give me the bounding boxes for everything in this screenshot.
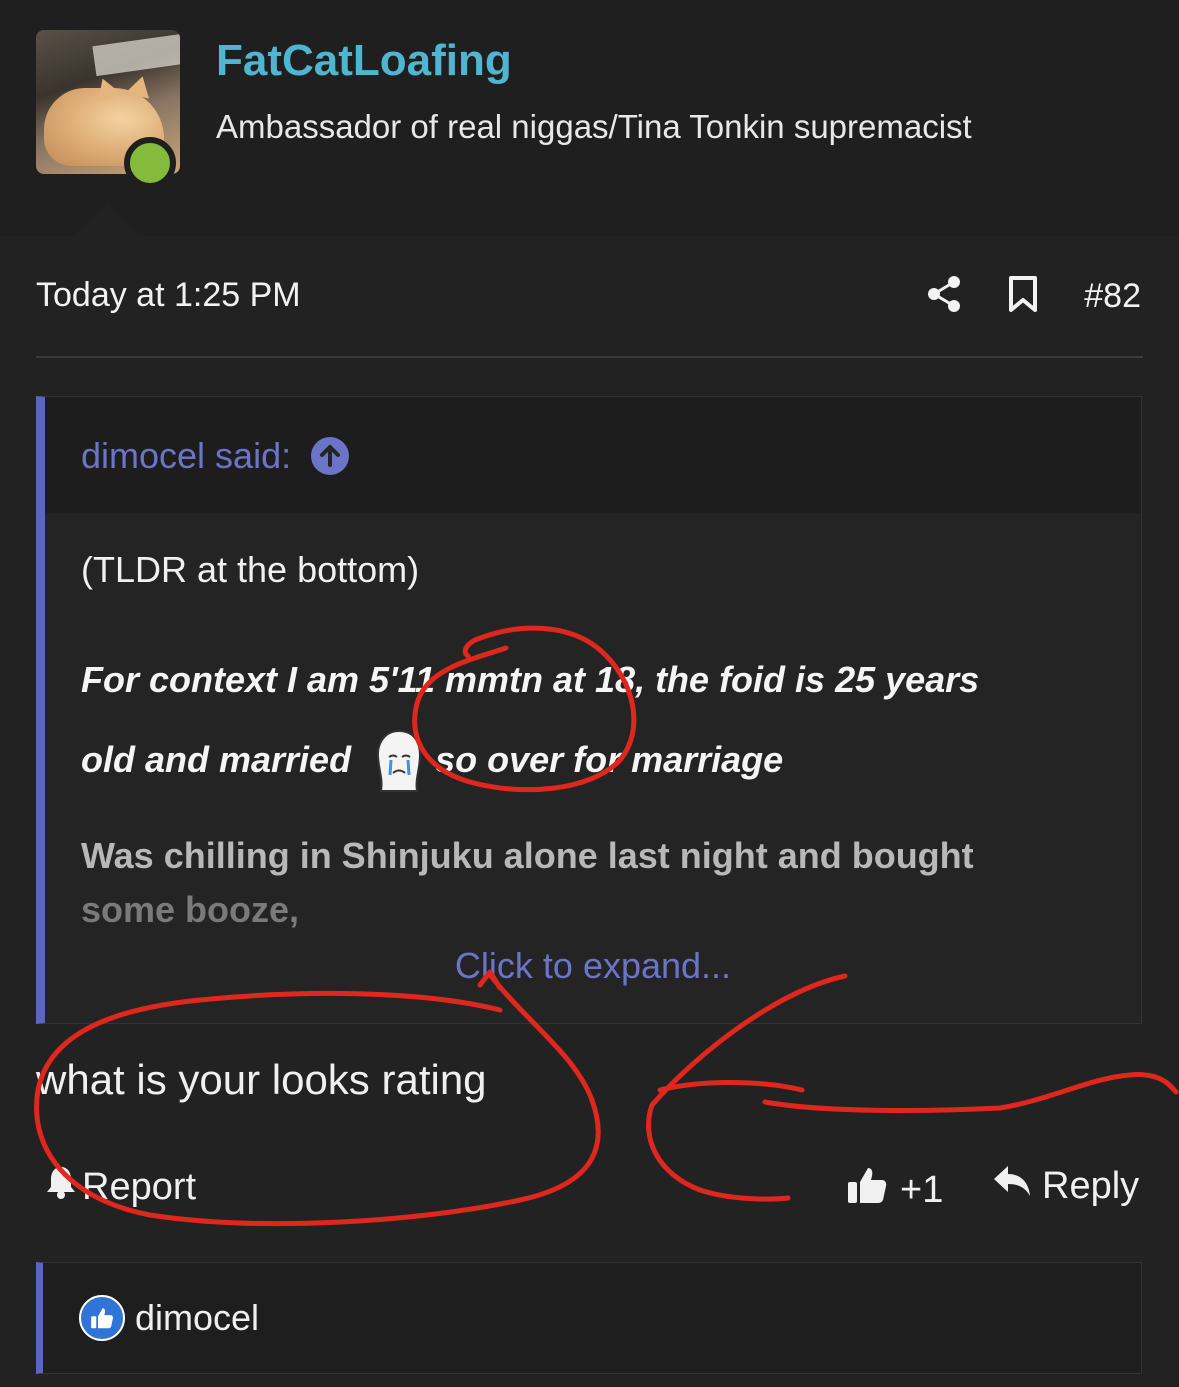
post-meta-actions: #82 bbox=[926, 270, 1141, 322]
quote-author-label: dimocel said: bbox=[81, 435, 292, 476]
expand-quote-link[interactable]: Click to expand... bbox=[45, 945, 1141, 987]
post-header: FatCatLoafing Ambassador of real niggas/… bbox=[0, 0, 1179, 237]
share-icon[interactable] bbox=[926, 275, 962, 318]
post-timestamp[interactable]: Today at 1:25 PM bbox=[36, 276, 301, 315]
quote-line: (TLDR at the bottom) bbox=[81, 549, 420, 590]
post-number-link[interactable]: #82 bbox=[1084, 277, 1141, 316]
avatar-keyboard bbox=[92, 33, 180, 77]
quote-author-link[interactable]: dimocel said: bbox=[81, 435, 350, 477]
quote-line: Was chilling in Shinjuku alone last nigh… bbox=[81, 835, 974, 876]
quote-bold-line: old and married so over for marriage bbox=[81, 727, 783, 793]
report-button[interactable]: Report bbox=[44, 1164, 196, 1210]
like-reaction-icon bbox=[79, 1295, 125, 1341]
reply-arrow-icon bbox=[992, 1164, 1032, 1208]
red-arrow-annotation bbox=[762, 1072, 1179, 1113]
quote-header: dimocel said: bbox=[45, 397, 1141, 513]
username-link[interactable]: FatCatLoafing bbox=[216, 36, 512, 86]
quote-bold-text: old and married bbox=[81, 739, 352, 780]
reaction-user-link[interactable]: dimocel bbox=[135, 1297, 259, 1339]
quote-bold-text: so over for marriage bbox=[435, 739, 784, 780]
bookmark-icon[interactable] bbox=[1008, 275, 1038, 318]
bell-icon bbox=[44, 1164, 78, 1210]
user-title: Ambassador of real niggas/Tina Tonkin su… bbox=[216, 108, 972, 145]
red-arrow-annotation bbox=[657, 1080, 805, 1093]
crying-wojak-icon bbox=[373, 727, 425, 793]
reply-label: Reply bbox=[1042, 1164, 1140, 1207]
reply-button[interactable]: Reply bbox=[992, 1164, 1139, 1208]
arrow-up-icon[interactable] bbox=[311, 437, 350, 475]
quote-block: dimocel said: (TLDR at the bottom) For c… bbox=[36, 396, 1142, 1024]
like-count: +1 bbox=[900, 1168, 944, 1211]
header-pointer bbox=[74, 204, 140, 237]
post-body: what is your looks rating bbox=[36, 1056, 487, 1103]
quote-bold-line: For context I am 5'11 mmtn at 18, the fo… bbox=[81, 659, 980, 700]
quote-line-faded: some booze, bbox=[81, 889, 300, 930]
divider bbox=[36, 356, 1143, 358]
like-button[interactable]: +1 bbox=[846, 1164, 943, 1216]
report-label: Report bbox=[82, 1165, 197, 1208]
online-status-icon bbox=[124, 137, 176, 189]
thumbs-up-icon bbox=[846, 1164, 888, 1216]
reactions-bar[interactable]: dimocel bbox=[36, 1262, 1142, 1374]
